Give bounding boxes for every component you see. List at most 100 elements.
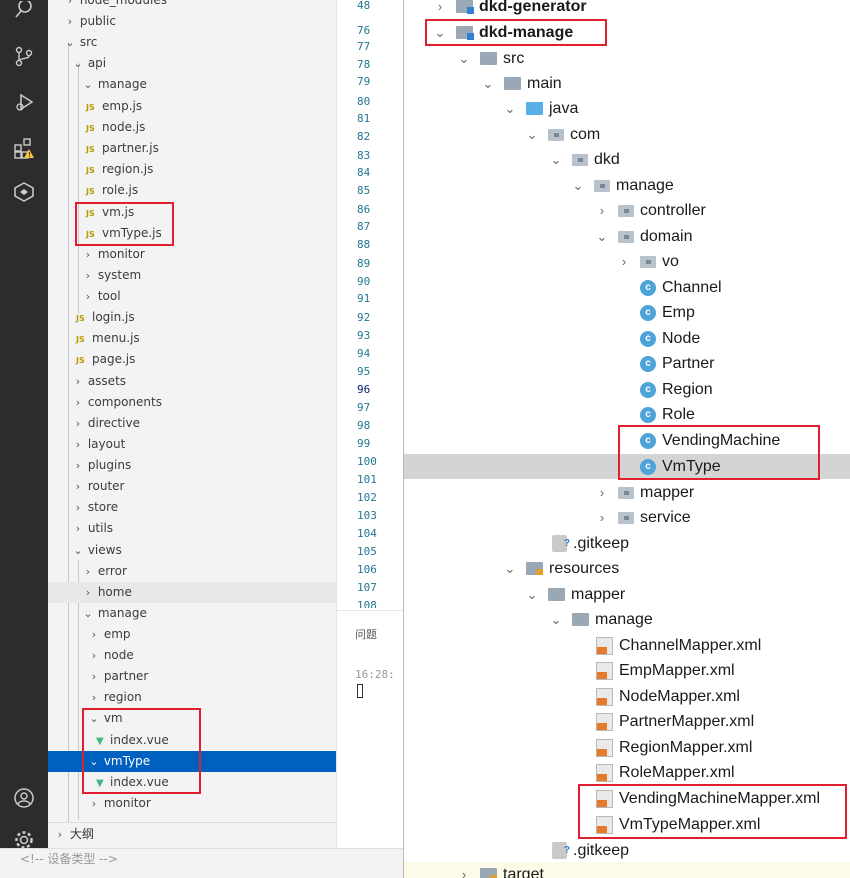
tree-label: public [79,14,116,28]
tree-file[interactable]: JS role.js [48,180,336,201]
extension-plugin-icon[interactable] [12,180,36,204]
tree-folder[interactable]: › system [48,265,336,286]
project-package[interactable]: ⌄ com [524,122,601,147]
tree-label: login.js [92,310,135,324]
tree-folder[interactable]: › node_modules [48,0,336,11]
tree-label: .gitkeep [573,535,630,552]
project-xml-file[interactable]: NodeMapper.xml [596,684,740,709]
tree-folder[interactable]: › directive [48,413,336,434]
problems-tab[interactable]: 问题 [355,626,377,642]
tree-folder[interactable]: › partner [48,666,336,687]
tree-folder[interactable]: › layout [48,434,336,455]
project-class[interactable]: c Region [640,377,713,402]
account-icon[interactable] [12,786,36,810]
project-xml-file[interactable]: ChannelMapper.xml [596,633,761,658]
tree-folder[interactable]: › store [48,497,336,518]
tree-folder[interactable]: › node [48,645,336,666]
tree-label: region [103,690,142,704]
project-folder[interactable]: › target [404,862,850,878]
project-package[interactable]: ⌄ domain [594,224,693,249]
chevron-down-icon: ⌄ [526,587,538,602]
tree-folder[interactable]: › plugins [48,455,336,476]
project-package[interactable]: ⌄ dkd [548,147,620,172]
tree-folder[interactable]: › tool [48,286,336,307]
project-class[interactable]: c Channel [640,275,722,300]
tree-label: monitor [97,247,145,261]
highlight-box-vm-api [75,202,174,246]
tree-folder[interactable]: › router [48,476,336,497]
tree-label: EmpMapper.xml [619,662,735,679]
project-package[interactable]: › controller [594,198,706,223]
project-file[interactable]: .gitkeep [552,531,629,556]
project-folder[interactable]: ⌄ manage [548,607,653,632]
line-number: 99 [357,437,371,450]
project-xml-file[interactable]: EmpMapper.xml [596,658,735,683]
project-package[interactable]: › mapper [594,480,694,505]
project-xml-file[interactable]: PartnerMapper.xml [596,709,754,734]
outline-section-header[interactable]: › 大纲 [48,822,336,844]
tree-folder[interactable]: › utils [48,518,336,539]
package-icon [572,153,588,166]
tree-folder[interactable]: › error [48,561,336,582]
tree-folder[interactable]: › region [48,687,336,708]
tree-folder[interactable]: › public [48,11,336,32]
js-file-icon: JS [76,335,85,344]
tree-folder[interactable]: › assets [48,371,336,392]
source-control-icon[interactable] [12,44,36,68]
tree-label: assets [87,374,127,388]
project-class[interactable]: c Partner [640,351,714,376]
tree-folder[interactable]: ⌄ manage [48,603,336,624]
tree-folder[interactable]: ⌄ views [48,540,336,561]
project-source-folder[interactable]: ⌄ java [502,96,579,121]
activity-bar: ! [0,0,48,878]
chevron-down-icon: ⌄ [73,544,83,557]
project-folder[interactable]: ⌄ main [480,71,562,96]
project-class[interactable]: c Role [640,402,695,427]
project-module[interactable]: › dkd-generator [432,0,587,19]
tree-file[interactable]: JS page.js [48,349,336,370]
tree-label: directive [87,416,140,430]
tree-label: com [570,126,601,143]
tree-folder[interactable]: › home [48,582,336,603]
line-number: 104 [357,527,377,540]
tree-file[interactable]: JS region.js [48,159,336,180]
tree-label: partner.js [102,141,159,155]
tree-file[interactable]: JS partner.js [48,138,336,159]
project-xml-file[interactable]: RegionMapper.xml [596,735,752,760]
tree-folder[interactable]: › components [48,392,336,413]
xml-file-icon [596,687,613,706]
project-resource-folder[interactable]: ⌄ resources [502,556,620,581]
chevron-down-icon: ⌄ [73,57,83,70]
tree-label: vo [662,253,679,270]
line-number: 107 [357,581,377,594]
line-number: 80 [357,95,371,108]
run-debug-icon[interactable] [12,90,36,114]
tree-folder[interactable]: › emp [48,624,336,645]
tree-folder[interactable]: ⌄ api [48,53,336,74]
tree-file[interactable]: JS node.js [48,117,336,138]
tree-folder[interactable]: ⌄ manage [48,74,336,95]
tree-file[interactable]: JS emp.js [48,96,336,117]
project-folder[interactable]: ⌄ mapper [524,582,626,607]
project-package[interactable]: › vo [616,249,679,274]
project-xml-file[interactable]: RoleMapper.xml [596,760,735,785]
chevron-right-icon: › [85,248,91,261]
tree-file[interactable]: JS menu.js [48,328,336,349]
project-package[interactable]: › service [594,505,691,530]
project-folder[interactable]: ⌄ src [456,46,525,71]
project-class[interactable]: c Node [640,326,700,351]
tree-file[interactable]: JS login.js [48,307,336,328]
highlight-box-vm-views [82,708,201,794]
line-number: 93 [357,329,371,342]
line-number: 102 [357,491,377,504]
tree-folder[interactable]: › monitor [48,793,336,814]
tree-label: service [640,509,691,526]
search-icon[interactable] [12,0,36,24]
line-number: 76 [357,24,371,37]
project-class[interactable]: c Emp [640,300,695,325]
extensions-icon[interactable]: ! [12,136,36,160]
project-package[interactable]: ⌄ manage [570,173,674,198]
tree-folder[interactable]: ⌄ src [48,32,336,53]
project-file[interactable]: .gitkeep [552,838,629,863]
tree-folder[interactable]: › monitor [48,244,336,265]
